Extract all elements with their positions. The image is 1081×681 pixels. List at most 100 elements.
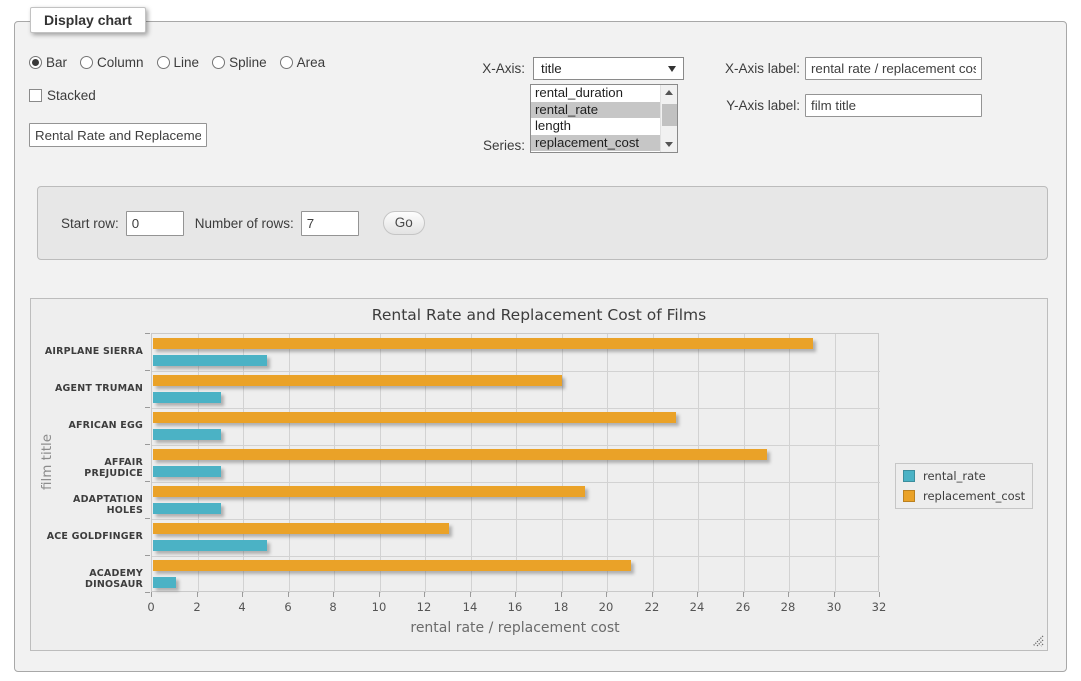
gridline-vertical (334, 334, 335, 593)
row-range-toolbar: Start row: Number of rows: Go (37, 186, 1048, 260)
x-tick-mark (288, 592, 289, 597)
x-tick-mark (515, 592, 516, 597)
y-tick-label: AGENT TRUMAN (43, 383, 143, 394)
bar-replacement_cost (153, 449, 767, 460)
bar-replacement_cost (153, 486, 585, 497)
resize-grip-icon[interactable] (1032, 635, 1044, 647)
chart-legend: rental_rate replacement_cost (895, 463, 1033, 509)
radio-option-line[interactable]: Line (157, 55, 200, 70)
x-tick-label: 8 (318, 600, 348, 614)
x-tick-label: 26 (728, 600, 758, 614)
radio-option-label: Spline (229, 55, 267, 70)
x-tick-mark (879, 592, 880, 597)
gridline-vertical (789, 334, 790, 593)
x-tick-label: 30 (819, 600, 849, 614)
x-tick-mark (197, 592, 198, 597)
radio-icon[interactable] (212, 56, 225, 69)
go-button[interactable]: Go (383, 211, 425, 235)
start-row-input[interactable] (126, 211, 184, 236)
x-tick-mark (606, 592, 607, 597)
chart-title-input[interactable] (29, 123, 207, 147)
x-tick-label: 4 (227, 600, 257, 614)
y-tick-mark (145, 518, 150, 519)
gridline-horizontal (152, 482, 880, 483)
bar-replacement_cost (153, 338, 813, 349)
radio-option-label: Area (297, 55, 326, 70)
x-tick-mark (652, 592, 653, 597)
gridline-vertical (380, 334, 381, 593)
gridline-vertical (198, 334, 199, 593)
radio-icon[interactable] (280, 56, 293, 69)
legend-series-label: replacement_cost (923, 489, 1025, 503)
x-tick-label: 14 (455, 600, 485, 614)
y-tick-mark (145, 370, 150, 371)
x-tick-mark (834, 592, 835, 597)
bar-rental_rate (153, 540, 267, 551)
x-axis-select[interactable]: title (533, 57, 684, 80)
gridline-horizontal (152, 519, 880, 520)
x-axis-label-input[interactable] (805, 57, 982, 80)
bar-replacement_cost (153, 523, 449, 534)
legend-swatch (903, 490, 915, 502)
y-tick-mark (145, 407, 150, 408)
x-tick-label: 24 (682, 600, 712, 614)
series-option-replacement_cost[interactable]: replacement_cost (531, 135, 660, 152)
legend-row-replacement_cost: replacement_cost (898, 486, 1030, 506)
num-rows-input[interactable] (301, 211, 359, 236)
x-axis-selected-value: title (541, 61, 562, 76)
stacked-checkbox[interactable] (29, 89, 42, 102)
x-tick-label: 32 (864, 600, 894, 614)
radio-option-label: Bar (46, 55, 67, 70)
series-listbox[interactable]: rental_durationrental_ratelengthreplacem… (530, 84, 678, 153)
y-tick-label: AFRICAN EGG (43, 420, 143, 431)
x-tick-label: 10 (364, 600, 394, 614)
radio-option-area[interactable]: Area (280, 55, 326, 70)
x-tick-mark (788, 592, 789, 597)
gridline-horizontal (152, 556, 880, 557)
chart-type-radio-group: Bar Column Line Spline Area (29, 55, 325, 70)
legend-series-label: rental_rate (923, 469, 986, 483)
y-tick-label: ACE GOLDFINGER (43, 531, 143, 542)
legend-swatch (903, 470, 915, 482)
y-axis-label-input[interactable] (805, 94, 982, 117)
series-option-length[interactable]: length (531, 118, 660, 135)
y-tick-mark (145, 592, 150, 593)
bar-replacement_cost (153, 375, 562, 386)
x-tick-label: 2 (182, 600, 212, 614)
scroll-down-button[interactable] (661, 137, 677, 152)
gridline-vertical (289, 334, 290, 593)
x-tick-mark (424, 592, 425, 597)
series-option-rental_rate[interactable]: rental_rate (531, 102, 660, 119)
gridline-vertical (607, 334, 608, 593)
scroll-up-button[interactable] (661, 85, 677, 100)
panel-legend-text: Display chart (44, 12, 132, 28)
radio-icon[interactable] (80, 56, 93, 69)
scrollbar-thumb[interactable] (662, 104, 677, 126)
y-axis-label-field-label: Y-Axis label: (712, 98, 800, 113)
gridline-vertical (562, 334, 563, 593)
gridline-vertical (653, 334, 654, 593)
panel-legend: Display chart (30, 7, 146, 33)
arrow-up-icon (665, 90, 673, 95)
series-option-rental_duration[interactable]: rental_duration (531, 85, 660, 102)
listbox-scrollbar[interactable] (660, 85, 677, 152)
bar-rental_rate (153, 355, 267, 366)
x-tick-mark (561, 592, 562, 597)
gridline-vertical (516, 334, 517, 593)
radio-icon[interactable] (29, 56, 42, 69)
y-tick-mark (145, 555, 150, 556)
radio-icon[interactable] (157, 56, 170, 69)
radio-option-spline[interactable]: Spline (212, 55, 267, 70)
radio-option-column[interactable]: Column (80, 55, 144, 70)
x-tick-label: 20 (591, 600, 621, 614)
x-tick-label: 18 (546, 600, 576, 614)
legend-row-rental_rate: rental_rate (898, 466, 1030, 486)
x-tick-label: 0 (136, 600, 166, 614)
x-tick-mark (697, 592, 698, 597)
radio-option-bar[interactable]: Bar (29, 55, 67, 70)
radio-option-label: Line (174, 55, 200, 70)
x-tick-mark (151, 592, 152, 597)
num-rows-label: Number of rows: (195, 216, 294, 231)
stacked-row[interactable]: Stacked (29, 88, 96, 103)
chart-plot-area (151, 333, 879, 592)
